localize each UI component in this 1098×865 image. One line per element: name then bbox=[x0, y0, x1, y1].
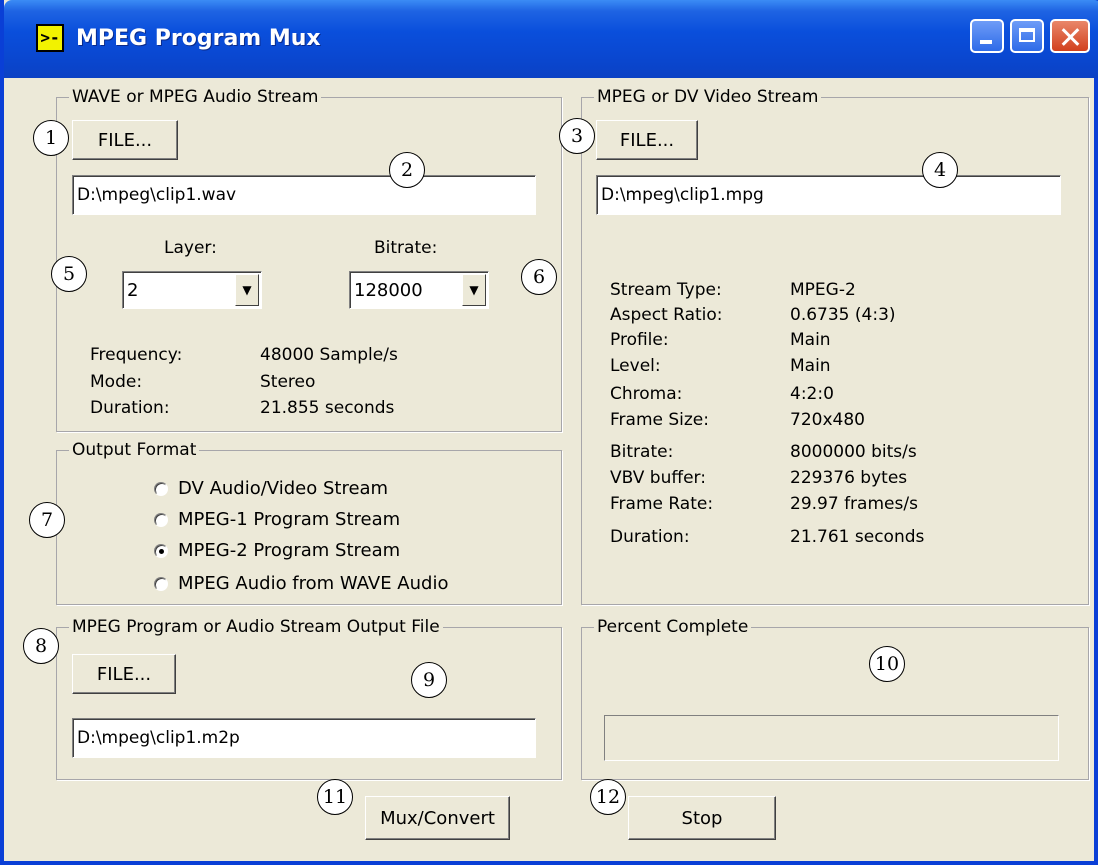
video-info-value: 0.6735 (4:3) bbox=[790, 305, 896, 325]
audio-info-label: Duration: bbox=[90, 398, 170, 418]
callout-9: 9 bbox=[411, 662, 447, 698]
callout-6: 6 bbox=[521, 259, 557, 295]
callout-12: 12 bbox=[590, 779, 626, 815]
output-format-option-label: MPEG-1 Program Stream bbox=[178, 509, 401, 530]
chevron-down-icon[interactable]: ▼ bbox=[462, 274, 486, 306]
video-info-value: 21.761 seconds bbox=[790, 527, 925, 547]
video-info-value: 229376 bytes bbox=[790, 468, 908, 488]
callout-7: 7 bbox=[29, 502, 65, 538]
audio-path-field[interactable]: D:\mpeg\clip1.wav bbox=[72, 175, 536, 215]
output-format-option[interactable]: MPEG-2 Program Stream bbox=[154, 540, 400, 561]
callout-1: 1 bbox=[33, 120, 69, 156]
video-info-value: MPEG-2 bbox=[790, 280, 856, 300]
video-info-value: 720x480 bbox=[790, 410, 865, 430]
video-info-label: Duration: bbox=[610, 527, 690, 547]
callout-8: 8 bbox=[23, 628, 59, 664]
mux-convert-button[interactable]: Mux/Convert bbox=[365, 796, 510, 840]
video-info-value: Main bbox=[790, 330, 831, 350]
video-info-value: Main bbox=[790, 356, 831, 376]
output-path-field[interactable]: D:\mpeg\clip1.m2p bbox=[72, 718, 536, 758]
output-format-option-label: MPEG-2 Program Stream bbox=[178, 540, 401, 561]
audio-file-button[interactable]: FILE... bbox=[72, 120, 178, 160]
layer-label: Layer: bbox=[164, 238, 217, 258]
bitrate-select[interactable]: 128000 ▼ bbox=[349, 271, 489, 309]
mux-app-icon[interactable]: >- bbox=[36, 24, 64, 52]
video-path-field[interactable]: D:\mpeg\clip1.mpg bbox=[596, 175, 1061, 215]
title-bar[interactable]: >- MPEG Program Mux bbox=[4, 0, 1098, 78]
radio-button[interactable] bbox=[154, 481, 168, 496]
callout-4: 4 bbox=[922, 152, 958, 188]
bitrate-value: 128000 bbox=[354, 279, 423, 301]
output-format-option-label: DV Audio/Video Stream bbox=[178, 478, 389, 499]
video-info-label: Profile: bbox=[610, 330, 669, 350]
video-info-label: Chroma: bbox=[610, 384, 683, 404]
output-file-button[interactable]: FILE... bbox=[72, 654, 176, 694]
callout-10: 10 bbox=[869, 646, 905, 682]
callout-11: 11 bbox=[317, 779, 353, 815]
video-info-label: Aspect Ratio: bbox=[610, 305, 723, 325]
callout-3: 3 bbox=[559, 118, 595, 154]
output-format-option[interactable]: MPEG Audio from WAVE Audio bbox=[154, 573, 448, 594]
chevron-down-icon[interactable]: ▼ bbox=[235, 274, 259, 306]
radio-button[interactable] bbox=[154, 576, 168, 591]
video-info-label: Stream Type: bbox=[610, 280, 722, 300]
video-group-label: MPEG or DV Video Stream bbox=[594, 87, 822, 107]
percent-complete-label: Percent Complete bbox=[594, 617, 752, 637]
progress-bar bbox=[604, 715, 1059, 761]
video-info-label: Bitrate: bbox=[610, 442, 674, 462]
minimize-icon[interactable] bbox=[970, 19, 1004, 53]
app-window: >- MPEG Program Mux WAVE or MPEG Audio S… bbox=[0, 0, 1098, 865]
video-info-label: Level: bbox=[610, 356, 661, 376]
radio-button[interactable] bbox=[154, 543, 168, 558]
audio-info-value: 21.855 seconds bbox=[260, 398, 395, 418]
audio-info-label: Mode: bbox=[90, 372, 143, 392]
video-info-label: VBV buffer: bbox=[610, 468, 706, 488]
stop-button[interactable]: Stop bbox=[628, 796, 776, 840]
audio-info-value: Stereo bbox=[260, 372, 316, 392]
window-title: MPEG Program Mux bbox=[76, 26, 321, 51]
output-format-option[interactable]: DV Audio/Video Stream bbox=[154, 478, 388, 499]
video-info-value: 29.97 frames/s bbox=[790, 494, 918, 514]
audio-info-label: Frequency: bbox=[90, 345, 183, 365]
maximize-icon[interactable] bbox=[1010, 19, 1044, 53]
output-file-label: MPEG Program or Audio Stream Output File bbox=[69, 617, 443, 637]
layer-select[interactable]: 2 ▼ bbox=[122, 271, 262, 309]
radio-button[interactable] bbox=[154, 512, 168, 527]
output-format-option-label: MPEG Audio from WAVE Audio bbox=[178, 573, 449, 594]
video-file-button[interactable]: FILE... bbox=[596, 120, 698, 160]
close-icon[interactable] bbox=[1050, 19, 1090, 53]
callout-2: 2 bbox=[389, 152, 425, 188]
callout-5: 5 bbox=[51, 256, 87, 292]
video-info-value: 4:2:0 bbox=[790, 384, 834, 404]
audio-group-label: WAVE or MPEG Audio Stream bbox=[69, 87, 322, 107]
video-info-label: Frame Size: bbox=[610, 410, 709, 430]
output-format-label: Output Format bbox=[69, 440, 200, 460]
output-format-option[interactable]: MPEG-1 Program Stream bbox=[154, 509, 400, 530]
audio-info-value: 48000 Sample/s bbox=[260, 345, 398, 365]
video-info-label: Frame Rate: bbox=[610, 494, 714, 514]
layer-value: 2 bbox=[127, 279, 139, 301]
bitrate-label: Bitrate: bbox=[374, 238, 438, 258]
video-info-value: 8000000 bits/s bbox=[790, 442, 917, 462]
